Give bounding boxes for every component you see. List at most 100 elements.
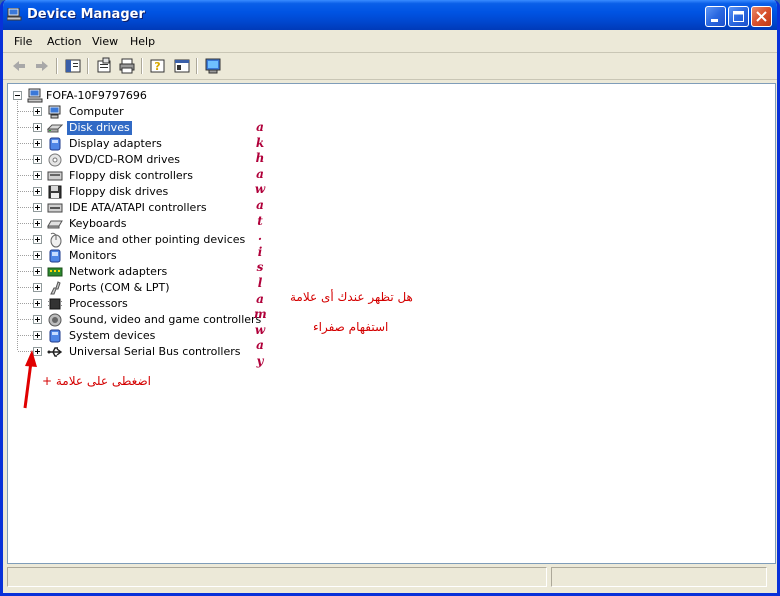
mouse-icon bbox=[50, 232, 62, 248]
minimize-button[interactable] bbox=[705, 6, 726, 27]
tree-line bbox=[18, 191, 33, 192]
floppy-drive-icon bbox=[48, 185, 62, 199]
expand-plus-icon[interactable] bbox=[33, 267, 42, 276]
tree-line bbox=[18, 271, 33, 272]
ide-controller-icon bbox=[47, 203, 63, 213]
maximize-icon bbox=[733, 11, 744, 22]
close-icon bbox=[756, 11, 767, 22]
expand-plus-icon[interactable] bbox=[33, 187, 42, 196]
toolbar: ? bbox=[3, 53, 777, 80]
menu-bar: File Action View Help bbox=[3, 30, 777, 53]
tree-line bbox=[18, 319, 33, 320]
expand-plus-icon[interactable] bbox=[33, 155, 42, 164]
sound-icon bbox=[48, 313, 62, 327]
status-pane-secondary bbox=[551, 567, 767, 587]
tree-line bbox=[18, 303, 33, 304]
system-device-icon bbox=[49, 329, 61, 343]
toolbar-separator bbox=[56, 58, 58, 74]
tree-line bbox=[18, 111, 33, 112]
annotation-question-line2: استفهام صفراء bbox=[313, 320, 389, 334]
watermark-letter: a bbox=[256, 120, 264, 134]
tree-item-label: Ports (COM & LPT) bbox=[69, 281, 170, 294]
close-button[interactable] bbox=[751, 6, 772, 27]
expand-plus-icon[interactable] bbox=[33, 283, 42, 292]
toolbar-separator bbox=[196, 58, 198, 74]
watermark-letter: t bbox=[257, 213, 263, 228]
toolbar-separator bbox=[141, 58, 143, 74]
back-arrow-icon[interactable] bbox=[10, 57, 28, 75]
tree-item-label: Computer bbox=[69, 105, 124, 118]
status-pane-main bbox=[7, 567, 547, 587]
expand-plus-icon[interactable] bbox=[33, 331, 42, 340]
forward-arrow-icon[interactable] bbox=[33, 57, 51, 75]
title-bar[interactable]: Device Manager bbox=[3, 0, 777, 30]
scan-hardware-icon[interactable] bbox=[204, 57, 222, 75]
watermark-letter: k bbox=[255, 135, 265, 150]
print-icon[interactable] bbox=[118, 57, 136, 75]
tree-line bbox=[18, 175, 33, 176]
menu-file[interactable]: File bbox=[14, 35, 32, 48]
tree-line bbox=[17, 98, 18, 350]
expand-plus-icon[interactable] bbox=[33, 219, 42, 228]
expand-plus-icon[interactable] bbox=[33, 315, 42, 324]
floppy-controller-icon bbox=[47, 171, 63, 181]
monitor-icon bbox=[49, 249, 61, 263]
expand-plus-icon[interactable] bbox=[33, 299, 42, 308]
tree-item-label: System devices bbox=[69, 329, 156, 342]
watermark-letter: . bbox=[257, 229, 263, 244]
expand-plus-icon[interactable] bbox=[33, 139, 42, 148]
computer-root-icon bbox=[27, 88, 43, 103]
help-icon[interactable]: ? bbox=[149, 57, 167, 75]
svg-text:?: ? bbox=[154, 60, 160, 73]
tree-item-label: Display adapters bbox=[69, 137, 162, 150]
expand-plus-icon[interactable] bbox=[33, 235, 42, 244]
tree-line bbox=[18, 287, 33, 288]
processor-icon bbox=[48, 298, 62, 310]
expand-plus-icon[interactable] bbox=[33, 171, 42, 180]
network-adapter-icon bbox=[47, 267, 63, 277]
tree-item-label: IDE ATA/ATAPI controllers bbox=[69, 201, 207, 214]
tree-line bbox=[18, 127, 33, 128]
watermark-letter: a bbox=[256, 166, 264, 181]
expand-plus-icon[interactable] bbox=[33, 203, 42, 212]
expand-plus-icon[interactable] bbox=[33, 251, 42, 260]
properties-icon[interactable] bbox=[95, 57, 113, 75]
device-manager-icon bbox=[7, 8, 22, 21]
tree-line bbox=[18, 223, 33, 224]
expand-plus-icon[interactable] bbox=[33, 107, 42, 116]
watermark-letter: l bbox=[257, 276, 263, 290]
tree-line bbox=[18, 159, 33, 160]
watermark-letter: a bbox=[256, 291, 264, 306]
view-icon[interactable] bbox=[173, 57, 191, 75]
menu-action[interactable]: Action bbox=[47, 35, 81, 48]
tree-line bbox=[18, 255, 33, 256]
status-bar bbox=[7, 567, 774, 589]
annotation-hint: اضغطى على علامة + bbox=[42, 374, 151, 388]
tree-item-label: Universal Serial Bus controllers bbox=[69, 345, 241, 358]
collapse-icon[interactable] bbox=[13, 91, 22, 100]
expand-plus-icon[interactable] bbox=[33, 123, 42, 132]
menu-view[interactable]: View bbox=[92, 35, 118, 48]
tree-line bbox=[18, 143, 33, 144]
watermark-letter: y bbox=[256, 354, 264, 368]
tree-line bbox=[18, 239, 33, 240]
cdrom-icon bbox=[48, 153, 62, 167]
watermark-letter: s bbox=[256, 260, 264, 275]
watermark-letter: i bbox=[257, 244, 263, 259]
disk-drive-icon bbox=[47, 124, 63, 133]
device-tree-pane[interactable]: FOFA-10F9797696 Computer Disk drives Displ… bbox=[7, 83, 776, 564]
port-icon bbox=[50, 281, 61, 295]
watermark-letter: w bbox=[254, 182, 266, 197]
tree-line bbox=[18, 335, 33, 336]
tree-item-label: Keyboards bbox=[69, 217, 127, 230]
show-hide-tree-icon[interactable] bbox=[64, 57, 82, 75]
device-manager-window: Device Manager File Action View Help ? F… bbox=[0, 0, 780, 596]
menu-help[interactable]: Help bbox=[130, 35, 155, 48]
keyboard-icon bbox=[47, 220, 63, 229]
display-adapter-icon bbox=[49, 137, 61, 151]
tree-item-label: Monitors bbox=[69, 249, 117, 262]
minimize-icon bbox=[711, 19, 718, 22]
tree-item-label: Sound, video and game controllers bbox=[69, 313, 262, 326]
maximize-button[interactable] bbox=[728, 6, 749, 27]
tree-item-label: DVD/CD-ROM drives bbox=[69, 153, 180, 166]
